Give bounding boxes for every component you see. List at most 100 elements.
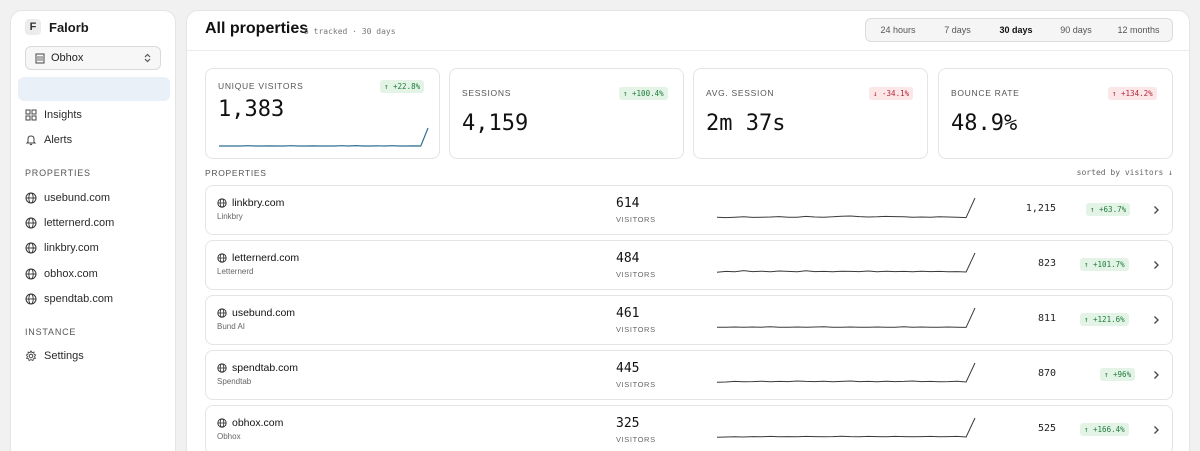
sidebar-item-settings[interactable]: Settings xyxy=(25,348,84,364)
property-sparkline xyxy=(716,252,976,273)
stat-value: 1,383 xyxy=(218,97,285,122)
sidebar-item-label: Insights xyxy=(44,109,82,121)
sidebar-item-label: obhox.com xyxy=(44,268,98,280)
property-visitors-label: VISITORS xyxy=(616,215,656,224)
range-option-90d[interactable]: 90 days xyxy=(1047,19,1105,41)
gear-icon xyxy=(25,350,37,362)
property-visitors-label: VISITORS xyxy=(616,435,656,444)
sidebar-item-label: letternerd.com xyxy=(44,217,115,229)
globe-icon xyxy=(217,363,227,373)
sparkline-series xyxy=(716,417,976,438)
bell-icon xyxy=(25,135,37,146)
stat-value: 4,159 xyxy=(462,111,529,136)
property-row[interactable]: spendtab.com Spendtab 445 VISITORS 870 ↑… xyxy=(205,350,1173,400)
property-row[interactable]: usebund.com Bund AI 461 VISITORS 811 ↑ +… xyxy=(205,295,1173,345)
chevron-right-icon[interactable] xyxy=(1153,260,1160,270)
range-selector: 24 hours 7 days 30 days 90 days 12 month… xyxy=(865,18,1173,42)
property-name: Linkbry xyxy=(217,212,243,221)
globe-icon xyxy=(217,198,227,208)
property-name: Spendtab xyxy=(217,377,252,386)
globe-icon xyxy=(25,268,37,280)
sort-indicator[interactable]: sorted by visitors ↓ xyxy=(1077,168,1173,177)
sidebar: F Falorb Obhox Insights Alerts PROPERTIE… xyxy=(10,10,176,451)
property-previous-value: 870 xyxy=(1037,368,1056,379)
building-icon xyxy=(35,53,45,64)
grid-icon xyxy=(25,109,37,121)
chevron-right-icon[interactable] xyxy=(1153,315,1160,325)
workspace-select-value: Obhox xyxy=(51,52,84,64)
globe-icon xyxy=(25,293,37,305)
workspace-select[interactable]: Obhox xyxy=(25,46,161,70)
sparkline-series xyxy=(717,307,976,328)
sidebar-item-label: Settings xyxy=(44,350,84,362)
property-change-badge: ↑ +63.7% xyxy=(1086,203,1131,216)
header: All properties 5 tracked · 30 days 24 ho… xyxy=(187,11,1189,51)
page-subtitle: 5 tracked · 30 days xyxy=(304,27,396,36)
property-previous-value: 811 xyxy=(1037,313,1056,324)
property-change-badge: ↑ +96% xyxy=(1100,368,1136,381)
stat-card-avg-session: AVG. SESSION ↓ -34.1% 2m 37s xyxy=(693,68,928,159)
property-change-badge: ↑ +166.4% xyxy=(1080,423,1129,436)
chevron-right-icon[interactable] xyxy=(1153,370,1160,380)
property-domain: letternerd.com xyxy=(232,252,300,264)
property-visitors: 484 xyxy=(616,251,640,266)
property-visitors: 461 xyxy=(616,306,640,321)
property-change-badge: ↑ +101.7% xyxy=(1080,258,1129,271)
sidebar-item-property[interactable]: linkbry.com xyxy=(25,240,99,256)
section-label-properties: PROPERTIES xyxy=(25,168,91,178)
stat-label: UNIQUE VISITORS xyxy=(218,81,304,91)
range-option-7d[interactable]: 7 days xyxy=(930,19,985,41)
stat-card-bounce-rate: BOUNCE RATE ↑ +134.2% 48.9% xyxy=(938,68,1173,159)
sidebar-item-label: linkbry.com xyxy=(44,242,99,254)
stat-value: 48.9% xyxy=(951,111,1018,136)
property-visitors-label: VISITORS xyxy=(616,325,656,334)
property-sparkline xyxy=(716,362,976,383)
chevron-right-icon[interactable] xyxy=(1153,205,1160,215)
range-option-12m[interactable]: 12 months xyxy=(1105,19,1172,41)
stat-card-unique-visitors: UNIQUE VISITORS ↑ +22.8% 1,383 xyxy=(205,68,440,159)
property-visitors: 325 xyxy=(616,416,640,431)
globe-icon xyxy=(217,308,227,318)
property-name: Obhox xyxy=(217,432,241,441)
globe-icon xyxy=(25,192,37,204)
property-previous-value: 1,215 xyxy=(1025,203,1056,214)
property-change-badge: ↑ +121.6% xyxy=(1080,313,1129,326)
stat-change-badge: ↓ -34.1% xyxy=(869,87,914,100)
sidebar-item-label: usebund.com xyxy=(44,192,111,204)
stat-label: BOUNCE RATE xyxy=(951,88,1020,98)
chevron-updown-icon xyxy=(144,53,151,63)
range-option-24h[interactable]: 24 hours xyxy=(866,19,930,41)
sidebar-item-property[interactable]: obhox.com xyxy=(25,266,98,282)
property-row[interactable]: linkbry.com Linkbry 614 VISITORS 1,215 ↑… xyxy=(205,185,1173,235)
stat-change-badge: ↑ +100.4% xyxy=(619,87,668,100)
sparkline-series xyxy=(716,252,976,273)
property-visitors-label: VISITORS xyxy=(616,380,656,389)
property-visitors-label: VISITORS xyxy=(616,270,656,279)
sparkline-series xyxy=(716,197,976,219)
brand[interactable]: F Falorb xyxy=(25,19,89,35)
sidebar-item-active[interactable] xyxy=(18,77,170,101)
properties-heading: PROPERTIES xyxy=(205,168,267,178)
stat-change-badge: ↑ +134.2% xyxy=(1108,87,1157,100)
property-visitors: 614 xyxy=(616,196,640,211)
property-domain: usebund.com xyxy=(232,307,296,319)
range-option-30d[interactable]: 30 days xyxy=(985,19,1047,41)
property-previous-value: 823 xyxy=(1037,258,1056,269)
globe-icon xyxy=(25,217,37,229)
sidebar-item-insights[interactable]: Insights xyxy=(25,107,82,123)
property-row[interactable]: letternerd.com Letternerd 484 VISITORS 8… xyxy=(205,240,1173,290)
property-name: Bund AI xyxy=(217,322,246,331)
property-row[interactable]: obhox.com Obhox 325 VISITORS 525 ↑ +166.… xyxy=(205,405,1173,451)
sidebar-item-property[interactable]: letternerd.com xyxy=(25,215,114,231)
property-sparkline xyxy=(717,307,976,328)
property-domain: obhox.com xyxy=(232,417,284,429)
stat-label: SESSIONS xyxy=(462,88,512,98)
property-visitors: 445 xyxy=(616,361,640,376)
sidebar-item-alerts[interactable]: Alerts xyxy=(25,132,72,148)
section-label-instance: INSTANCE xyxy=(25,327,77,337)
chevron-right-icon[interactable] xyxy=(1153,425,1160,435)
stat-label: AVG. SESSION xyxy=(706,88,775,98)
sidebar-item-property[interactable]: usebund.com xyxy=(25,190,110,206)
sidebar-item-property[interactable]: spendtab.com xyxy=(25,291,113,307)
property-domain: spendtab.com xyxy=(232,362,298,374)
